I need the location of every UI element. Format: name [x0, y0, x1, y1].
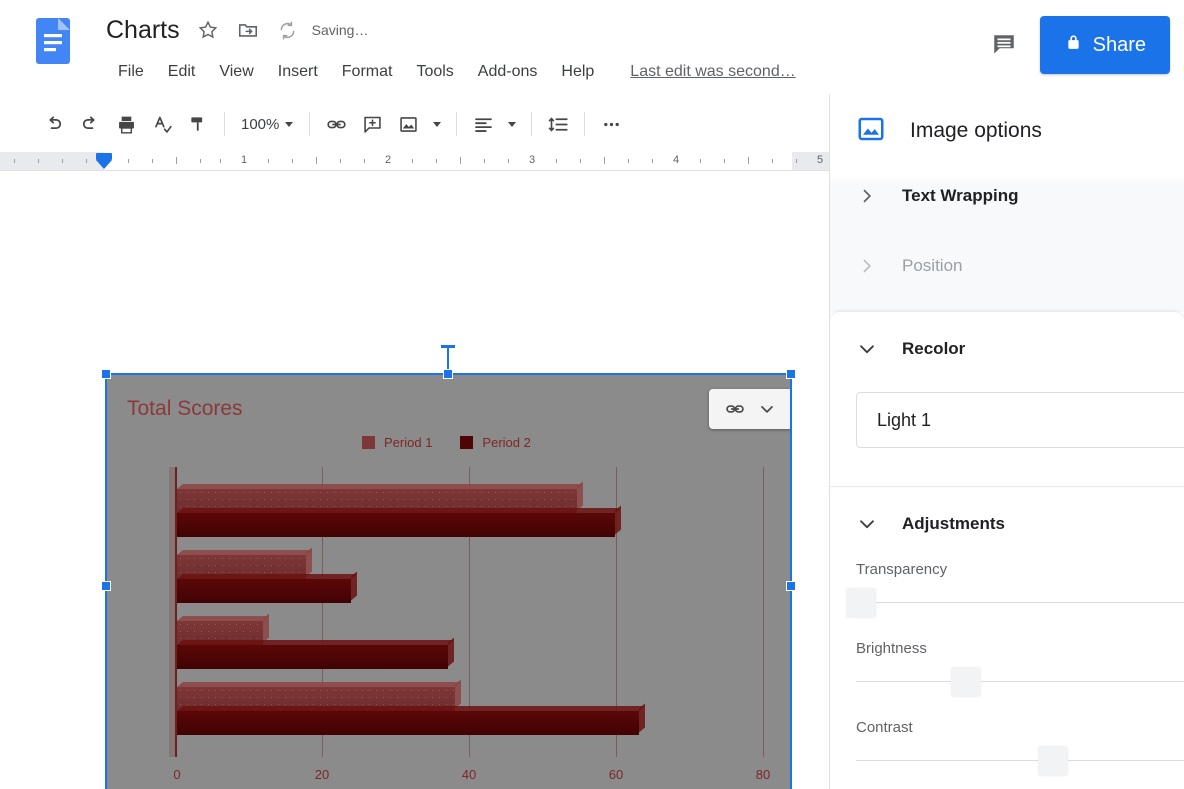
brightness-slider[interactable]	[856, 667, 1184, 697]
left-indent-marker[interactable]	[96, 160, 112, 169]
menu-format[interactable]: Format	[330, 58, 405, 86]
ruler-ticks: 1 2 3 4 5	[0, 152, 832, 170]
chevron-down-icon	[856, 338, 878, 360]
insert-image-icon[interactable]	[390, 106, 426, 142]
recolor-select[interactable]: Light 1	[856, 392, 1184, 448]
brightness-slider-thumb[interactable]	[951, 667, 981, 697]
section-adjustments[interactable]: Adjustments	[830, 487, 1184, 561]
section-position[interactable]: Position	[830, 220, 1184, 312]
share-button[interactable]: Share	[1039, 16, 1170, 74]
zoom-select[interactable]: 100%	[233, 108, 301, 140]
formatting-toolbar: 100%	[0, 100, 832, 148]
resize-handle-top-left[interactable]	[101, 369, 111, 379]
slider-rail	[856, 760, 1184, 761]
chevron-right-icon	[856, 255, 878, 277]
menu-bar: File Edit View Insert Format Tools Add-o…	[106, 58, 796, 86]
section-label-recolor: Recolor	[902, 339, 966, 358]
add-comment-icon[interactable]	[354, 106, 390, 142]
share-button-label: Share	[1092, 33, 1146, 56]
align-left-icon[interactable]	[465, 106, 501, 142]
chevron-down-icon	[856, 513, 878, 535]
menu-tools[interactable]: Tools	[404, 58, 465, 86]
zoom-value: 100%	[241, 115, 280, 133]
adjustment-label-brightness: Brightness	[856, 640, 927, 657]
line-spacing-icon[interactable]	[540, 106, 576, 142]
transparency-slider-thumb[interactable]	[846, 588, 876, 618]
chevron-down-icon	[285, 121, 294, 127]
app-header: Charts Saving… File Edit View Insert For…	[0, 0, 1184, 94]
toolbar-divider-4	[531, 112, 533, 136]
section-label-position: Position	[902, 256, 963, 275]
panel-title: Image options	[910, 119, 1042, 142]
contrast-slider[interactable]	[856, 746, 1184, 776]
section-card-adjustments: Adjustments Transparency Brightness Cont…	[830, 487, 1184, 776]
menu-help[interactable]: Help	[549, 58, 606, 86]
adjustment-label-contrast: Contrast	[856, 719, 913, 736]
last-edit-link[interactable]: Last edit was second…	[630, 63, 795, 81]
link-icon[interactable]	[318, 106, 354, 142]
print-icon[interactable]	[108, 106, 144, 142]
contrast-slider-thumb[interactable]	[1038, 746, 1068, 776]
chevron-down-icon	[508, 121, 517, 127]
section-recolor[interactable]: Recolor	[830, 312, 1184, 386]
spellcheck-icon[interactable]	[144, 106, 180, 142]
chevron-right-icon	[856, 185, 878, 207]
undo-icon[interactable]	[36, 106, 72, 142]
toolbar-divider-1	[224, 112, 225, 136]
insert-image-dropdown[interactable]	[426, 106, 448, 142]
panel-body[interactable]: Text Wrapping Position Recolor Light 1 A…	[830, 168, 1184, 789]
paint-format-icon[interactable]	[180, 106, 216, 142]
adjustment-label-transparency: Transparency	[856, 561, 948, 578]
chevron-down-icon	[433, 121, 442, 127]
lock-icon	[1064, 33, 1083, 58]
section-text-wrapping[interactable]: Text Wrapping	[830, 172, 1184, 220]
section-card-recolor: Recolor Light 1	[830, 312, 1184, 487]
menu-edit[interactable]: Edit	[156, 58, 208, 86]
document-title-row: Charts Saving…	[106, 14, 368, 46]
panel-scrolled-group: Text Wrapping Position	[830, 168, 1184, 312]
ruler-number-4: 4	[672, 154, 680, 166]
save-status: Saving…	[311, 22, 369, 38]
google-docs-window: Charts Saving… File Edit View Insert For…	[0, 0, 1184, 789]
image-options-icon	[856, 114, 886, 149]
move-to-folder-icon[interactable]	[236, 18, 260, 42]
menu-view[interactable]: View	[207, 58, 265, 86]
transparency-slider[interactable]	[846, 588, 1184, 618]
ruler-number-5: 5	[816, 154, 824, 166]
slider-rail	[856, 681, 1184, 682]
resize-handle-middle-right[interactable]	[786, 581, 796, 591]
horizontal-ruler[interactable]: 1 2 3 4 5	[0, 152, 832, 170]
star-icon[interactable]	[196, 18, 220, 42]
section-label-adjustments: Adjustments	[902, 514, 1005, 533]
comment-history-icon[interactable]	[984, 25, 1024, 65]
resize-handle-top-center[interactable]	[443, 369, 453, 379]
redo-icon[interactable]	[72, 106, 108, 142]
more-options-icon[interactable]	[593, 106, 629, 142]
toolbar-divider-2	[309, 112, 311, 136]
ruler-number-1: 1	[240, 154, 248, 166]
document-canvas[interactable]: Total Scores Period 1 Period 2 Red Blue …	[0, 171, 832, 789]
first-line-indent-marker[interactable]	[96, 153, 112, 160]
menu-add-ons[interactable]: Add-ons	[466, 58, 550, 86]
image-selection-frame	[101, 369, 796, 789]
docs-logo-icon	[36, 18, 70, 64]
menu-file[interactable]: File	[106, 58, 156, 86]
menu-insert[interactable]: Insert	[266, 58, 330, 86]
image-options-panel: Image options Text Wrapping Position Rec…	[830, 94, 1184, 789]
ruler-number-2: 2	[384, 154, 392, 166]
recolor-select-value: Light 1	[877, 409, 932, 430]
page-title[interactable]: Charts	[106, 14, 180, 46]
panel-divider	[830, 486, 1184, 487]
section-label-text-wrapping: Text Wrapping	[902, 186, 1019, 205]
header-actions: Share	[984, 16, 1184, 74]
align-dropdown[interactable]	[501, 106, 523, 142]
toolbar-divider-3	[456, 112, 458, 136]
ruler-number-3: 3	[528, 154, 536, 166]
slider-rail	[856, 602, 1184, 603]
sync-icon	[276, 18, 300, 42]
resize-handle-top-right[interactable]	[786, 369, 796, 379]
toolbar-divider-5	[584, 112, 586, 136]
panel-header: Image options	[830, 94, 1184, 168]
resize-handle-middle-left[interactable]	[101, 581, 111, 591]
